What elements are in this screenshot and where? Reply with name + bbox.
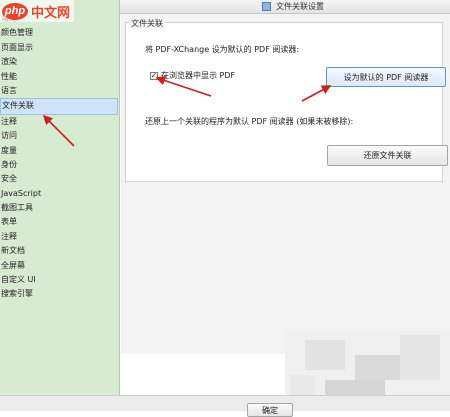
sidebar-item-javascript[interactable]: JavaScript <box>0 187 120 201</box>
sidebar-item-new-document[interactable]: 新文档 <box>0 244 120 258</box>
show-in-browser-option[interactable]: ✓ 在浏览器中显示 PDF <box>150 70 235 81</box>
ok-button[interactable]: 确定 <box>247 403 293 417</box>
category-list: 常规 颜色管理 页面显示 渲染 性能 语言 文件关联 注释 访问 度量 身份 安… <box>0 12 120 302</box>
sidebar-item-annotations[interactable]: 注释 <box>0 230 120 244</box>
sidebar-item-full-screen[interactable]: 全屏幕 <box>0 259 120 273</box>
sidebar-item-page-display[interactable]: 页面显示 <box>0 41 120 55</box>
restore-file-association-button[interactable]: 还原文件关联 <box>327 145 448 166</box>
sidebar-item-screenshot-tool[interactable]: 截图工具 <box>0 201 120 215</box>
sidebar-item-access[interactable]: 访问 <box>0 129 120 143</box>
watermark-text: 中文网 <box>31 5 71 21</box>
dialog-title: 文件关联设置 <box>276 2 324 11</box>
sidebar-item-search-engine[interactable]: 搜索引擎 <box>0 287 120 301</box>
sidebar-item-security[interactable]: 安全 <box>0 172 120 186</box>
set-default-reader-button[interactable]: 设为默认的 PDF 阅读器 <box>326 67 446 87</box>
sidebar-item-rendering[interactable]: 渲染 <box>0 55 120 69</box>
sidebar-item-language[interactable]: 语言 <box>0 84 120 98</box>
settings-category-sidebar: 常规 颜色管理 页面显示 渲染 性能 语言 文件关联 注释 访问 度量 身份 安… <box>0 0 120 410</box>
sidebar-item-forms[interactable]: 表单 <box>0 215 120 229</box>
dialog-bottom-bar <box>0 395 450 411</box>
show-in-browser-checkbox[interactable]: ✓ <box>150 71 158 80</box>
sidebar-item-color-management[interactable]: 颜色管理 <box>0 26 120 40</box>
sidebar-item-performance[interactable]: 性能 <box>0 70 120 84</box>
sidebar-item-custom-ui[interactable]: 自定义 UI <box>0 273 120 287</box>
sidebar-item-measure[interactable]: 度量 <box>0 144 120 158</box>
sidebar-item-file-association[interactable]: 文件关联 <box>0 98 118 115</box>
restore-association-description: 还原上一个关联的程序为默认 PDF 阅读器 (如果未被移除): <box>145 117 354 126</box>
set-default-description: 将 PDF-XChange 设为默认的 PDF 阅读器: <box>145 45 300 54</box>
window-app-icon <box>262 2 271 11</box>
show-in-browser-label: 在浏览器中显示 PDF <box>161 71 236 80</box>
site-watermark-logo: php 中文网 <box>0 0 75 22</box>
dialog-title-bar: 文件关联设置 <box>120 0 450 14</box>
sidebar-item-identity[interactable]: 身份 <box>0 158 120 172</box>
group-label: 文件关联 <box>129 18 165 29</box>
php-logo-icon: php <box>2 2 28 20</box>
sidebar-item-comments[interactable]: 注释 <box>0 115 120 129</box>
settings-content-panel: 文件关联 <box>121 14 450 354</box>
